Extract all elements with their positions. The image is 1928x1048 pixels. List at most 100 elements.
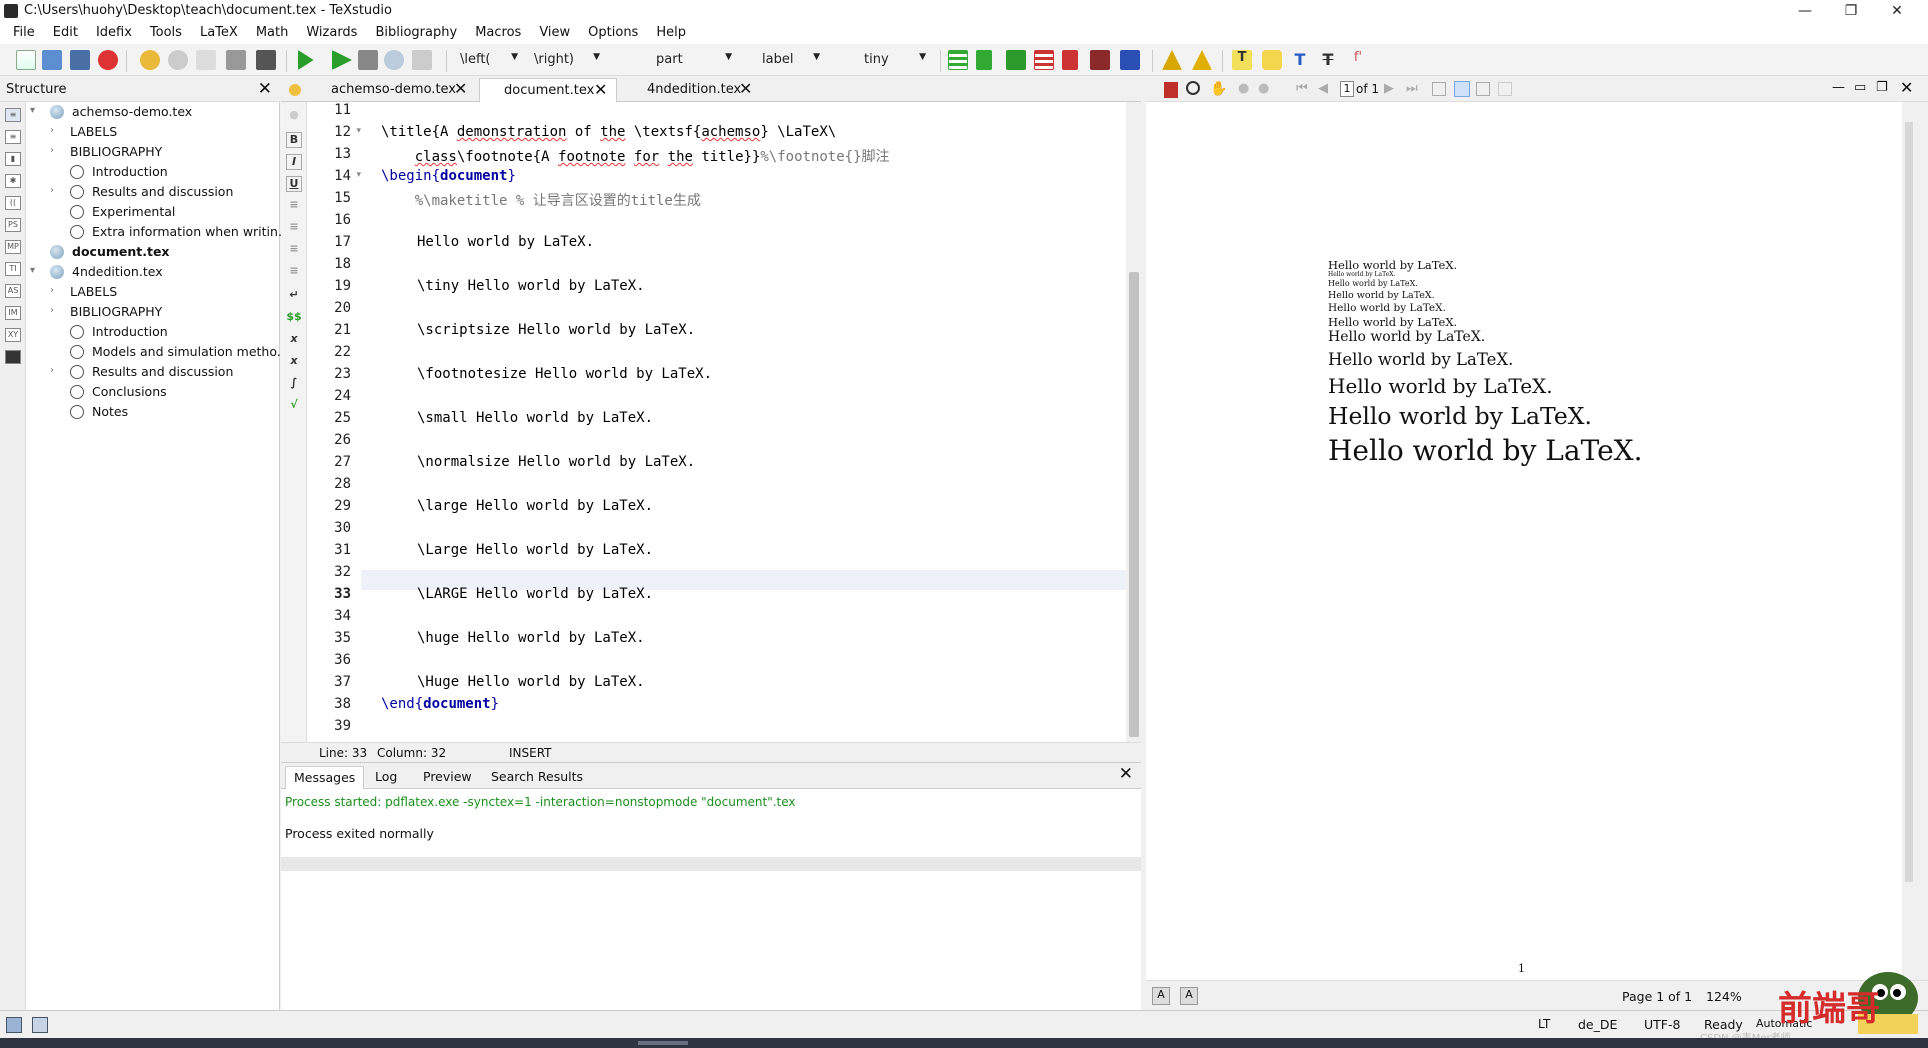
code-line-25[interactable]: \small Hello world by LaTeX. — [417, 410, 653, 426]
menu-view[interactable]: View — [530, 22, 579, 44]
messages-hscroll[interactable] — [281, 857, 1141, 871]
brackets-icon[interactable]: (( — [5, 196, 21, 210]
pdf-window-icon[interactable]: ▭ — [1854, 80, 1866, 95]
strikethrough-icon[interactable]: T — [1318, 50, 1338, 70]
superscript-icon[interactable]: x — [286, 354, 302, 370]
minimize-button[interactable]: — — [1782, 0, 1828, 22]
tab-search-results[interactable]: Search Results — [483, 766, 591, 789]
pdf-sync-icon[interactable] — [1164, 82, 1178, 98]
bookmark-gutter-icon[interactable]: ● — [286, 108, 302, 124]
redo-icon[interactable] — [168, 50, 188, 70]
underline-icon[interactable]: U — [286, 176, 302, 192]
close-icon[interactable]: ✕ — [1900, 78, 1913, 97]
code-line-33[interactable]: \LARGE Hello world by LaTeX. — [417, 586, 653, 602]
table-align-icon[interactable] — [1120, 50, 1140, 70]
table-delete-row-icon[interactable] — [1034, 50, 1054, 70]
menu-help[interactable]: Help — [647, 22, 695, 44]
next-page-icon[interactable]: ▶ — [1384, 81, 1394, 96]
warning-icon[interactable] — [1162, 50, 1182, 70]
im-icon[interactable]: IM — [5, 306, 21, 320]
label-combo[interactable]: label ▼ — [744, 49, 824, 71]
text-format-icon[interactable]: T — [1290, 50, 1310, 70]
mp-icon[interactable]: MP — [5, 240, 21, 254]
menu-macros[interactable]: Macros — [466, 22, 530, 44]
menu-bibliography[interactable]: Bibliography — [366, 22, 466, 44]
menu-edit[interactable]: Edit — [44, 22, 87, 44]
bookmark-icon[interactable]: ▮ — [5, 152, 21, 166]
tree-section-models[interactable]: Models and simulation metho... — [28, 343, 289, 362]
code-line-12[interactable]: \title{A demonstration of the \textsf{ac… — [381, 124, 836, 140]
two-page-icon[interactable] — [1476, 82, 1490, 96]
tree-section-notes[interactable]: Notes — [28, 403, 278, 422]
right-delimiter-combo[interactable]: \right) ▼ — [530, 49, 604, 71]
ti-icon[interactable]: TI — [5, 262, 21, 276]
tree-section-results[interactable]: › Results and discussion — [28, 363, 278, 382]
tab-preview[interactable]: Preview — [415, 766, 480, 789]
tree-section-experimental[interactable]: Experimental — [28, 203, 278, 222]
table-remove-icon[interactable] — [1090, 50, 1110, 70]
pdf-viewer[interactable] — [1146, 102, 1902, 980]
cut-icon[interactable] — [226, 50, 246, 70]
restore-button[interactable]: ❐ — [1828, 0, 1874, 22]
toggle-structure-icon[interactable] — [6, 1017, 22, 1033]
paste-icon[interactable] — [256, 50, 276, 70]
close-icon[interactable]: ✕ — [1119, 764, 1133, 784]
tree-item-bibliography[interactable]: › BIBLIOGRAPHY — [28, 143, 278, 162]
open-file-icon[interactable] — [42, 50, 62, 70]
new-file-icon[interactable] — [16, 50, 36, 70]
close-icon[interactable]: ✕ — [594, 80, 607, 99]
encoding-indicator[interactable]: UTF-8 — [1644, 1017, 1680, 1032]
pdf-scrollbar[interactable] — [1902, 102, 1916, 980]
tab-document[interactable]: document.tex ✕ — [479, 78, 617, 102]
fold-arrow-icon[interactable]: ▾ — [356, 126, 361, 136]
spellcheck-language[interactable]: de_DE — [1578, 1017, 1617, 1032]
font-grow-icon[interactable]: A — [1180, 987, 1198, 1005]
fraction-icon[interactable]: ∫ — [286, 376, 302, 392]
tab-messages[interactable]: Messages — [285, 766, 365, 789]
build-and-view-icon[interactable] — [298, 50, 314, 70]
menu-wizards[interactable]: Wizards — [297, 22, 366, 44]
superscript-icon[interactable]: f' — [1348, 50, 1368, 70]
tree-file-achemso[interactable]: ▾ achemso-demo.tex — [28, 103, 278, 122]
single-page-icon[interactable] — [1432, 82, 1446, 96]
view-log-icon[interactable] — [412, 50, 432, 70]
tree-section-extra-info[interactable]: Extra information when writin... — [28, 223, 290, 242]
menu-tools[interactable]: Tools — [141, 22, 191, 44]
align-left-icon[interactable]: ≡ — [286, 198, 302, 214]
view-pdf-icon[interactable] — [384, 50, 404, 70]
undo-icon[interactable] — [140, 50, 160, 70]
table-column-icon[interactable] — [1006, 50, 1026, 70]
font-shrink-icon[interactable]: A — [1152, 987, 1170, 1005]
code-line-14[interactable]: \begin{document} — [381, 168, 516, 184]
code-line-38[interactable]: \end{document} — [381, 696, 499, 712]
math-mode-icon[interactable]: $$ — [286, 310, 302, 326]
code-line-37[interactable]: \Huge Hello world by LaTeX. — [417, 674, 645, 690]
code-line-29[interactable]: \large Hello world by LaTeX. — [417, 498, 653, 514]
bookmarks-icon[interactable]: ≡ — [5, 130, 21, 144]
code-line-19[interactable]: \tiny Hello world by LaTeX. — [417, 278, 645, 294]
zoom-level[interactable]: 124% — [1706, 989, 1742, 1004]
font-size-combo[interactable]: tiny ▼ — [830, 49, 930, 71]
save-icon[interactable] — [70, 50, 90, 70]
tree-item-labels[interactable]: › LABELS — [28, 283, 278, 302]
justify-icon[interactable]: ≡ — [286, 264, 302, 280]
magnifier-icon[interactable] — [1186, 81, 1200, 95]
italic-icon[interactable]: I — [286, 154, 302, 170]
forward-icon[interactable]: ● — [1258, 81, 1269, 96]
menu-math[interactable]: Math — [247, 22, 298, 44]
tree-section-results[interactable]: › Results and discussion — [28, 183, 278, 202]
compile-icon[interactable] — [332, 50, 352, 70]
last-page-icon[interactable]: ⏭ — [1406, 81, 1418, 96]
code-line-35[interactable]: \huge Hello world by LaTeX. — [417, 630, 645, 646]
code-line-27[interactable]: \normalsize Hello world by LaTeX. — [417, 454, 695, 470]
close-icon[interactable]: ✕ — [258, 79, 272, 99]
table-insert-row-icon[interactable] — [948, 50, 968, 70]
scrollbar-thumb[interactable] — [1905, 122, 1913, 882]
symbols-icon[interactable]: ✱ — [5, 174, 21, 188]
tree-section-conclusions[interactable]: Conclusions — [28, 383, 278, 402]
pdf-minimize-icon[interactable]: — — [1832, 80, 1845, 95]
tree-section-introduction[interactable]: Introduction — [28, 323, 278, 342]
prev-page-icon[interactable]: ◀ — [1318, 81, 1328, 96]
page-number-input[interactable]: 1 — [1340, 81, 1354, 97]
editor-scrollbar[interactable] — [1126, 102, 1141, 742]
